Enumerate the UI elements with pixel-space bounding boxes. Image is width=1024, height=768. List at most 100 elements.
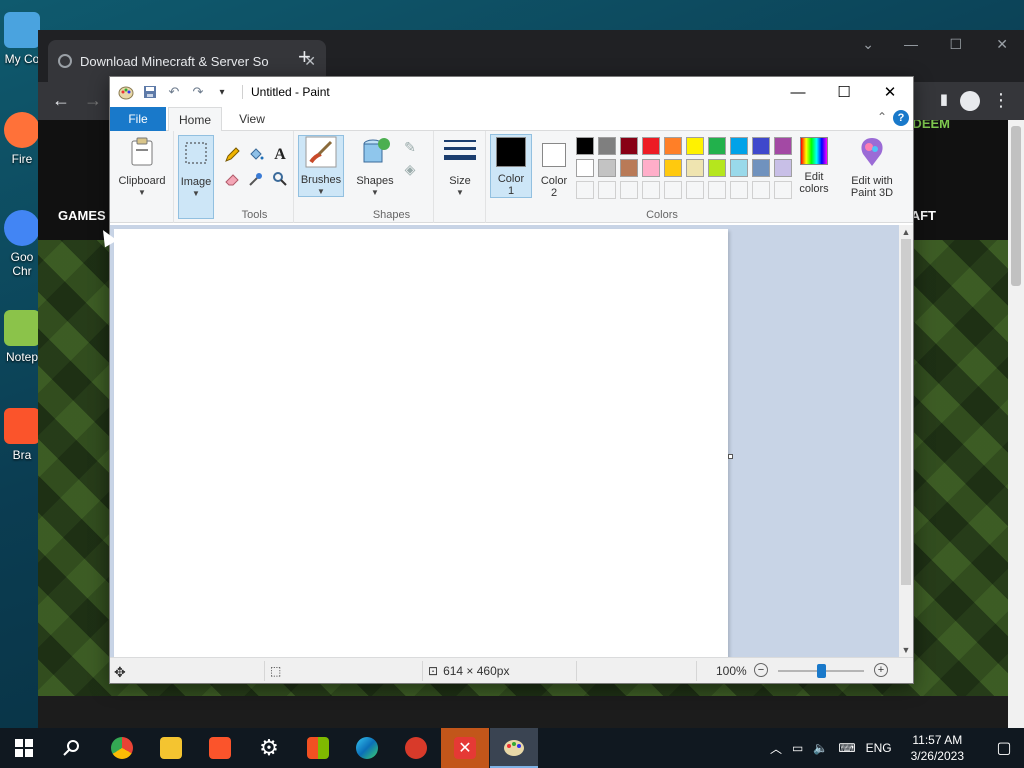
custom-color-swatch[interactable]: [752, 181, 770, 199]
browser-close-button[interactable]: ✕: [996, 36, 1008, 53]
browser-maximize-button[interactable]: ☐: [949, 36, 962, 53]
palette-swatch[interactable]: [774, 159, 792, 177]
custom-color-swatch[interactable]: [576, 181, 594, 199]
search-button[interactable]: [48, 728, 96, 768]
scroll-up-icon[interactable]: ▲: [899, 227, 913, 237]
desktop-icon-firefox[interactable]: Fire: [2, 112, 42, 166]
taskbar-settings[interactable]: ⚙: [245, 728, 293, 768]
color1-button[interactable]: Color 1: [490, 134, 532, 198]
language-indicator[interactable]: ENG: [866, 741, 892, 755]
close-button[interactable]: ✕: [867, 77, 913, 107]
custom-color-swatch[interactable]: [708, 181, 726, 199]
tab-file[interactable]: File: [110, 107, 166, 131]
taskbar-x-app[interactable]: ✕: [441, 728, 489, 768]
taskbar-store[interactable]: [294, 728, 342, 768]
custom-color-swatch[interactable]: [686, 181, 704, 199]
palette-swatch[interactable]: [598, 137, 616, 155]
palette-swatch[interactable]: [730, 159, 748, 177]
palette-swatch[interactable]: [642, 137, 660, 155]
palette-swatch[interactable]: [620, 137, 638, 155]
keyboard-icon[interactable]: ⌨: [838, 741, 855, 755]
chevron-up-icon[interactable]: ︿: [770, 740, 782, 757]
zoom-out-button[interactable]: −: [754, 663, 768, 677]
palette-swatch[interactable]: [686, 159, 704, 177]
paint-app-icon[interactable]: [118, 84, 134, 100]
pencil-icon[interactable]: [222, 145, 242, 165]
browser-minimize-button[interactable]: —: [904, 36, 918, 52]
nav-minecraft[interactable]: AFT: [911, 208, 936, 223]
custom-color-swatch[interactable]: [620, 181, 638, 199]
text-icon[interactable]: A: [270, 145, 290, 165]
collapse-ribbon-icon[interactable]: ⌃: [877, 110, 887, 124]
shapes-button[interactable]: Shapes ▼: [354, 135, 396, 199]
palette-swatch[interactable]: [774, 137, 792, 155]
palette-swatch[interactable]: [752, 159, 770, 177]
palette-swatch[interactable]: [752, 137, 770, 155]
palette-swatch[interactable]: [730, 137, 748, 155]
desktop-icon-notepad[interactable]: Notep: [2, 310, 42, 364]
tab-home[interactable]: Home: [168, 107, 222, 132]
zoom-in-button[interactable]: +: [874, 663, 888, 677]
resize-handle-right[interactable]: [728, 454, 733, 459]
desktop-icon-chrome[interactable]: Goo Chr: [2, 210, 42, 278]
palette-swatch[interactable]: [708, 137, 726, 155]
color-picker-icon[interactable]: [246, 169, 266, 189]
zoom-slider-thumb[interactable]: [817, 664, 826, 678]
tab-view[interactable]: View: [228, 107, 276, 131]
fill-bucket-icon[interactable]: [246, 145, 266, 165]
custom-color-swatch[interactable]: [642, 181, 660, 199]
canvas-vertical-scrollbar[interactable]: ▲ ▼: [899, 225, 913, 657]
palette-swatch[interactable]: [642, 159, 660, 177]
taskbar-chrome[interactable]: [98, 728, 146, 768]
custom-color-swatch[interactable]: [730, 181, 748, 199]
forward-icon[interactable]: →: [84, 90, 102, 111]
sidebar-icon[interactable]: ▮: [940, 90, 948, 108]
scroll-down-icon[interactable]: ▼: [899, 645, 913, 655]
zoom-slider[interactable]: [778, 664, 864, 678]
palette-swatch[interactable]: [708, 159, 726, 177]
help-button[interactable]: ?: [893, 110, 909, 126]
taskbar-edge[interactable]: [343, 728, 391, 768]
palette-swatch[interactable]: [620, 159, 638, 177]
shape-fill-icon[interactable]: ◈: [400, 159, 420, 179]
eraser-icon[interactable]: [222, 169, 242, 189]
image-button[interactable]: Image ▼: [178, 135, 214, 219]
custom-color-swatch[interactable]: [774, 181, 792, 199]
browser-scrollbar[interactable]: [1008, 120, 1024, 730]
new-tab-button[interactable]: +: [298, 44, 311, 70]
tab-search-icon[interactable]: ⌄: [862, 36, 874, 53]
magnifier-icon[interactable]: [270, 169, 290, 189]
desktop-icon-brave[interactable]: Bra: [2, 408, 42, 462]
palette-swatch[interactable]: [664, 137, 682, 155]
clock[interactable]: 11:57 AM 3/26/2023: [911, 732, 964, 764]
palette-swatch[interactable]: [576, 159, 594, 177]
custom-color-swatch[interactable]: [664, 181, 682, 199]
edit-colors-button[interactable]: Edit colors: [792, 135, 836, 195]
undo-icon[interactable]: ↶: [166, 84, 182, 100]
scrollbar-thumb[interactable]: [901, 239, 911, 585]
back-icon[interactable]: ←: [52, 90, 70, 111]
menu-icon[interactable]: ⋮: [992, 90, 1010, 111]
maximize-button[interactable]: ☐: [821, 77, 867, 107]
save-icon[interactable]: [142, 84, 158, 100]
network-icon[interactable]: ▭: [792, 741, 803, 755]
palette-swatch[interactable]: [686, 137, 704, 155]
color2-button[interactable]: Color 2: [536, 135, 572, 199]
start-button[interactable]: [0, 728, 48, 768]
notification-center-button[interactable]: ▢: [984, 728, 1024, 768]
palette-swatch[interactable]: [664, 159, 682, 177]
desktop-icon-my-computer[interactable]: My Co: [2, 12, 42, 66]
brushes-button[interactable]: Brushes ▼: [298, 135, 344, 197]
drawing-canvas[interactable]: [114, 229, 728, 657]
taskbar-brave[interactable]: [196, 728, 244, 768]
outline-icon[interactable]: ✎: [400, 137, 420, 157]
clipboard-button[interactable]: Clipboard ▼: [116, 135, 168, 199]
profile-icon[interactable]: [960, 91, 980, 111]
minimize-button[interactable]: —: [775, 77, 821, 107]
customize-qat-icon[interactable]: ▾: [214, 84, 230, 100]
edit-with-paint3d-button[interactable]: Edit with Paint 3D: [840, 135, 904, 199]
volume-icon[interactable]: 🔈: [813, 741, 828, 755]
redo-icon[interactable]: ↷: [190, 84, 206, 100]
taskbar-file-explorer[interactable]: [147, 728, 195, 768]
size-button[interactable]: Size ▼: [438, 135, 482, 199]
